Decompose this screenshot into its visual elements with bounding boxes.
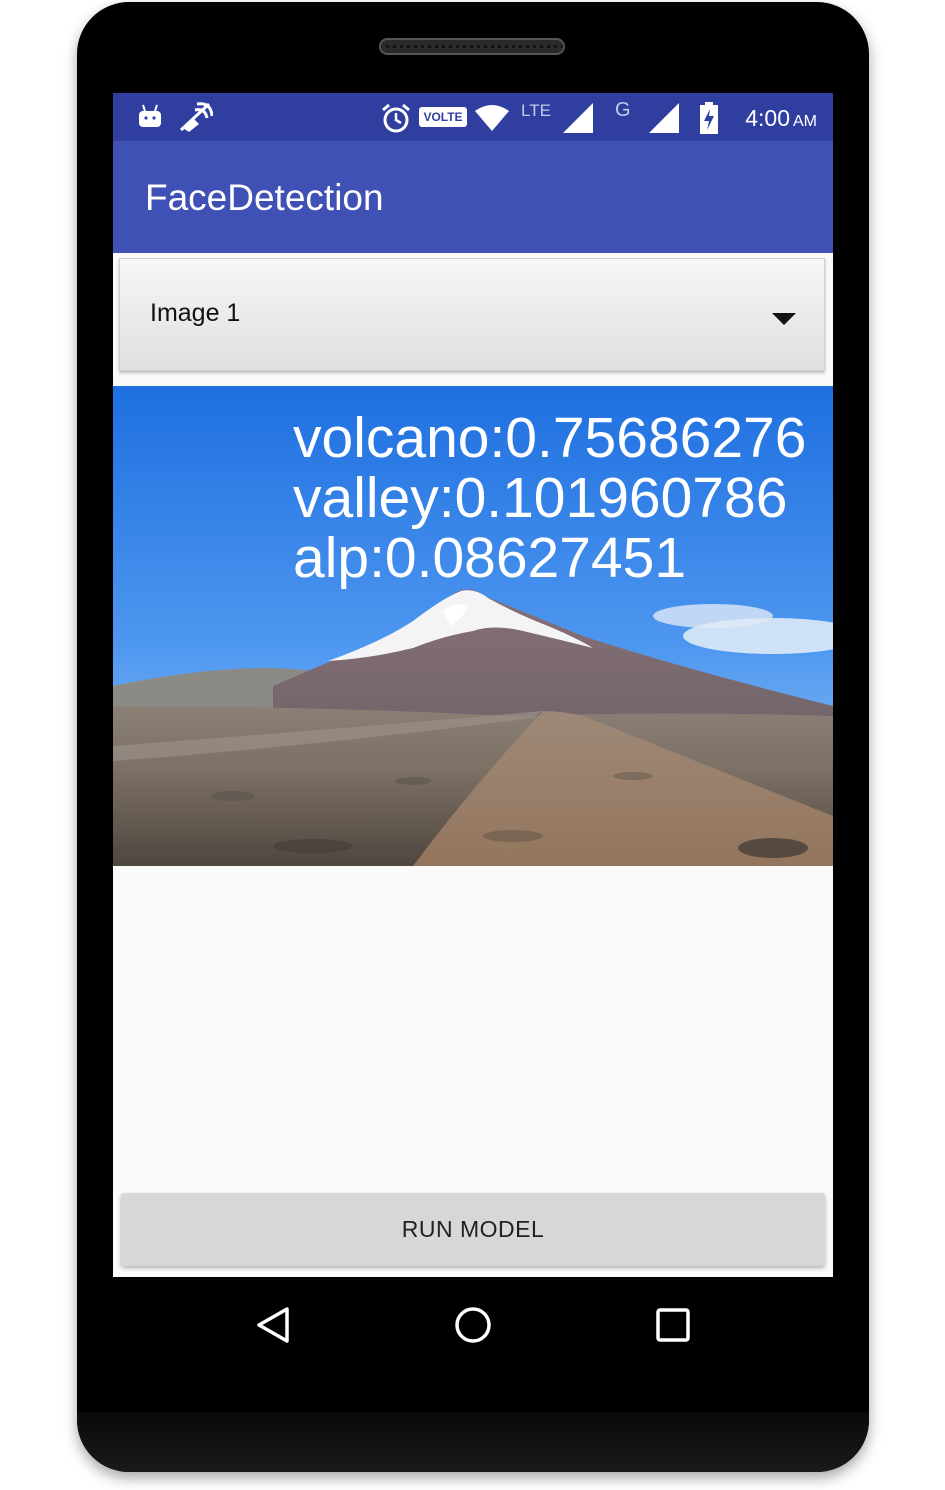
volte-badge: VOLTE (419, 107, 467, 127)
clock: 4:00 AM (745, 105, 817, 132)
app-bar: FaceDetection (113, 141, 833, 253)
recents-icon[interactable] (653, 1305, 693, 1345)
run-model-button[interactable]: RUN MODEL (121, 1193, 825, 1266)
image-selector-dropdown[interactable]: Image 1 (119, 258, 825, 371)
dropdown-arrow-icon (772, 313, 796, 325)
lte-label: LTE (521, 101, 551, 120)
screen: VOLTE LTE G 4:00 AM FaceDetection Image 1 (113, 93, 833, 1277)
g-label: G (615, 99, 631, 121)
back-icon[interactable] (253, 1305, 293, 1345)
no-signal-satellite-icon (179, 102, 213, 132)
home-icon[interactable] (453, 1305, 493, 1345)
alarm-icon (382, 103, 410, 133)
wifi-icon (475, 105, 509, 131)
signal-lte-icon (563, 103, 593, 133)
prediction-label: alp:0.08627451 (293, 526, 687, 590)
dropdown-selected-value: Image 1 (150, 299, 241, 327)
app-title: FaceDetection (145, 177, 384, 218)
clock-time: 4:00 (745, 105, 790, 131)
clock-ampm: AM (793, 113, 817, 130)
phone-chin (77, 1412, 869, 1472)
status-bar: VOLTE LTE G 4:00 AM (113, 93, 833, 141)
navigation-bar (113, 1277, 833, 1377)
prediction-label: valley:0.101960786 (293, 466, 788, 530)
signal-g-icon (649, 103, 679, 133)
prediction-labels: volcano:0.75686276 valley:0.101960786 al… (293, 408, 806, 588)
android-debug-icon (139, 104, 161, 127)
speaker-grille (379, 38, 565, 55)
classified-image: volcano:0.75686276 valley:0.101960786 al… (113, 386, 833, 866)
battery-charging-icon (700, 102, 718, 134)
prediction-label: volcano:0.75686276 (293, 406, 807, 470)
